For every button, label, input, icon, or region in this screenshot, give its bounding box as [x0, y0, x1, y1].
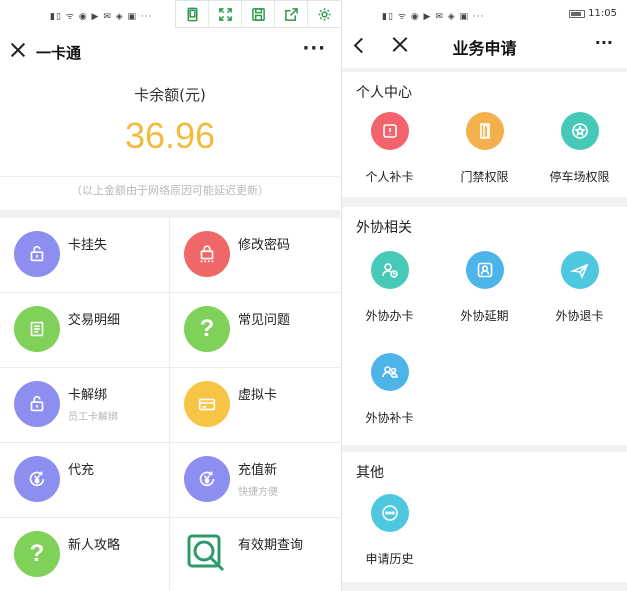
item-label: 外协办卡: [365, 309, 414, 323]
door-icon: [465, 112, 504, 150]
tablet-icon: [187, 7, 197, 21]
grid-item-change-password[interactable]: 修改密码: [170, 218, 340, 292]
more-dots-icon: [370, 494, 409, 532]
item-outsource-card-reissue[interactable]: 外协补卡: [342, 353, 437, 426]
status-icons: ▮▯ ᯤ ◉ ▶ ✉ ◈ ▣ ···: [50, 12, 153, 22]
status-bar-right: ▮▯ ᯤ ◉ ▶ ✉ ◈ ▣ ··· 11:05: [342, 0, 627, 28]
grid-item-recharge[interactable]: 充值新 快捷方便: [170, 443, 340, 517]
floating-toolbar: [175, 0, 340, 28]
balance-amount: 36.96: [124, 115, 216, 156]
grid-item-label: 有效期查询: [238, 538, 304, 553]
unlock-icon: [14, 381, 60, 427]
item-label: 外协退卡: [555, 309, 604, 323]
share-icon: [284, 7, 298, 21]
section-outsourcing: 外协相关 外协办卡 外协延期 外协退卡 外协补卡: [342, 207, 627, 445]
question-icon: ?: [184, 306, 230, 352]
balance-label: 卡余额(元): [134, 86, 206, 104]
grid-item-label: 交易明细: [68, 313, 121, 328]
grid-item-newcomer-guide[interactable]: ? 新人攻略: [0, 518, 170, 591]
grid-item-proxy-recharge[interactable]: 代充: [0, 443, 170, 517]
grid-item-label: 充值新: [238, 463, 278, 478]
grid-row: 卡解绑 员工卡解绑 虚拟卡: [0, 368, 340, 443]
grid-item-sub: 员工卡解绑: [68, 412, 118, 423]
receipt-icon: [14, 306, 60, 352]
grid-item-label: 代充: [68, 463, 95, 478]
status-time: 11:05: [588, 8, 617, 19]
grid-item-label: 常见问题: [238, 313, 291, 328]
section-other: 其他 申请历史: [342, 452, 627, 582]
more-menu-icon[interactable]: ···: [595, 33, 613, 52]
grid-item-label: 卡挂失: [68, 238, 108, 253]
alert-card-icon: [370, 112, 409, 150]
person-frame-icon: [465, 251, 504, 289]
status-icons: ▮▯ ᯤ ◉ ▶ ✉ ◈ ▣ ···: [382, 12, 485, 22]
grid-item-label: 修改密码: [238, 238, 291, 253]
item-outsource-card-return[interactable]: 外协退卡: [532, 251, 627, 324]
person-clock-icon: [370, 251, 409, 289]
app-header: 业务申请 ···: [342, 28, 627, 68]
item-label: 外协延期: [460, 309, 509, 323]
section-title: 外协相关: [356, 220, 412, 236]
expand-icon: [218, 7, 232, 21]
left-screen: ▮▯ ᯤ ◉ ▶ ✉ ◈ ▣ ··· 一卡通 ··· 卡余额(元) 36.96 …: [0, 0, 340, 591]
item-label: 申请历史: [365, 552, 414, 566]
lock-icon: [14, 231, 60, 277]
item-parking-permission[interactable]: 停车场权限: [532, 112, 627, 185]
grid-row: 代充 充值新 快捷方便: [0, 443, 340, 518]
grid-item-report-loss[interactable]: 卡挂失: [0, 218, 170, 292]
grid-item-label: 新人攻略: [68, 538, 121, 553]
grid-row: ? 新人攻略 有效期查询: [0, 518, 340, 591]
grid-item-validity-query[interactable]: 有效期查询: [170, 518, 340, 591]
more-menu-icon[interactable]: ···: [302, 38, 326, 59]
page-title: 一卡通: [36, 44, 82, 62]
grid-item-label: 卡解绑: [68, 388, 108, 403]
section-title: 其他: [356, 465, 384, 481]
grid-item-transactions[interactable]: 交易明细: [0, 293, 170, 367]
item-label: 个人补卡: [365, 170, 414, 184]
item-outsource-card-apply[interactable]: 外协办卡: [342, 251, 437, 324]
gear-icon: [317, 7, 331, 21]
share-tool[interactable]: [275, 1, 308, 27]
yuan-recharge-icon: [184, 456, 230, 502]
grid-item-sub: 快捷方便: [238, 487, 278, 498]
battery-icon: [569, 10, 585, 18]
item-label: 外协补卡: [365, 411, 414, 425]
app-header: 一卡通 ···: [0, 28, 340, 74]
tablet-tool[interactable]: [176, 1, 209, 27]
settings-tool[interactable]: [308, 1, 340, 27]
function-grid: 卡挂失 修改密码 交易明细 ? 常见问题 卡解绑 员工卡解绑 虚拟卡 代充 充值…: [0, 218, 340, 591]
item-label: 停车场权限: [549, 170, 610, 184]
question-icon: ?: [14, 531, 60, 577]
grid-item-faq[interactable]: ? 常见问题: [170, 293, 340, 367]
plane-icon: [560, 251, 599, 289]
yuan-recharge-icon: [14, 456, 60, 502]
expand-tool[interactable]: [209, 1, 242, 27]
section-title: 个人中心: [356, 85, 412, 101]
balance-divider: [0, 176, 340, 177]
star-badge-icon: [560, 112, 599, 150]
grid-row: 交易明细 ? 常见问题: [0, 293, 340, 368]
section-personal-center: 个人中心 个人补卡 门禁权限 停车场权限: [342, 72, 627, 197]
people-icon: [370, 353, 409, 391]
item-label: 门禁权限: [460, 170, 509, 184]
page-title: 业务申请: [452, 39, 517, 58]
balance-note: （以上金额由于网络原因可能延迟更新）: [71, 184, 269, 197]
close-icon[interactable]: [10, 42, 26, 58]
save-tool[interactable]: [242, 1, 275, 27]
right-screen: ▮▯ ᯤ ◉ ▶ ✉ ◈ ▣ ··· 11:05 业务申请 ··· 个人中心 个…: [341, 0, 627, 591]
balance-card: 卡余额(元) 36.96 （以上金额由于网络原因可能延迟更新）: [0, 74, 340, 210]
grid-row: 卡挂失 修改密码: [0, 218, 340, 293]
password-lock-icon: [184, 231, 230, 277]
item-application-history[interactable]: 申请历史: [342, 494, 437, 567]
grid-item-virtual-card[interactable]: 虚拟卡: [170, 368, 340, 442]
item-personal-card-reissue[interactable]: 个人补卡: [342, 112, 437, 185]
grid-item-unbind[interactable]: 卡解绑 员工卡解绑: [0, 368, 170, 442]
save-icon: [251, 7, 265, 21]
grid-item-label: 虚拟卡: [238, 388, 278, 403]
item-outsource-extension[interactable]: 外协延期: [437, 251, 532, 324]
search-icon: [184, 531, 230, 577]
item-access-permission[interactable]: 门禁权限: [437, 112, 532, 185]
card-icon: [184, 381, 230, 427]
